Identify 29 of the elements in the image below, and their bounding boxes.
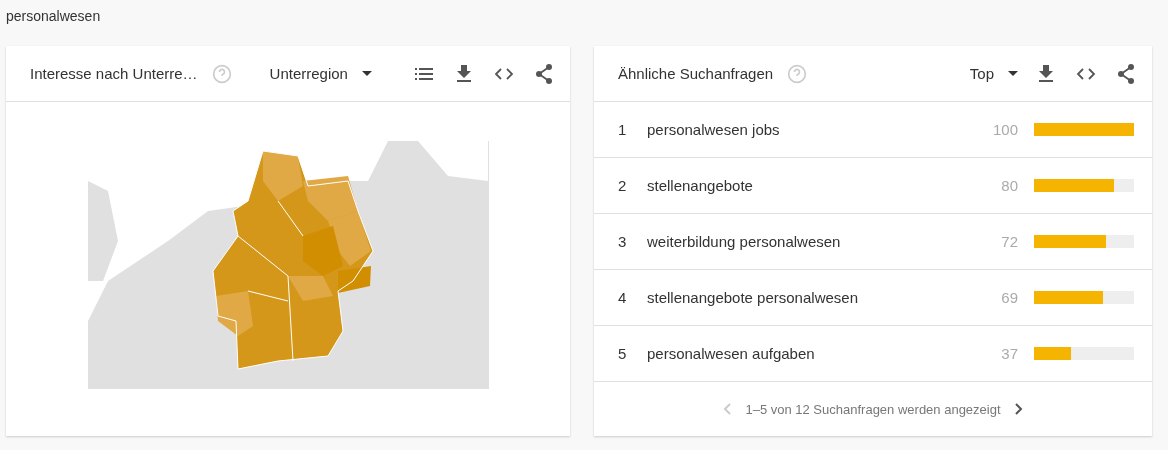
query-row[interactable]: 4 stellenangebote personalwesen 69 xyxy=(594,270,1152,326)
card-title: Ähnliche Suchanfragen xyxy=(618,65,774,82)
query-value: 72 xyxy=(1001,233,1018,250)
caret-icon xyxy=(361,71,372,76)
next-page-button[interactable] xyxy=(1014,403,1023,415)
query-text: stellenangebote personalwesen xyxy=(647,289,859,306)
region-dropdown[interactable]: Unterregion xyxy=(269,65,372,82)
rank-number: 4 xyxy=(618,289,628,306)
query-row[interactable]: 3 weiterbildung personalwesen 72 xyxy=(594,214,1152,270)
caret-icon xyxy=(1008,71,1018,76)
query-text: personalwesen aufgaben xyxy=(647,345,816,362)
rank-number: 1 xyxy=(618,121,628,138)
query-value: 69 xyxy=(1001,289,1018,306)
query-text: stellenangebote xyxy=(647,177,754,194)
query-value: 37 xyxy=(1001,345,1018,362)
search-term: personalwesen xyxy=(6,8,102,24)
rank-number: 5 xyxy=(618,345,628,362)
query-row[interactable]: 5 personalwesen aufgaben 37 xyxy=(594,326,1152,382)
pagination-text: 1–5 von 12 Suchanfragen werden angezeigt xyxy=(745,401,1001,417)
query-text: weiterbildung personalwesen xyxy=(647,233,842,250)
card-title: Interesse nach Unterre… xyxy=(30,65,198,82)
query-row[interactable]: 1 personalwesen jobs 100 xyxy=(594,102,1152,158)
rank-number: 2 xyxy=(618,177,628,194)
sort-dropdown[interactable]: Top xyxy=(969,65,1018,82)
query-row[interactable]: 2 stellenangebote 80 xyxy=(594,158,1152,214)
rank-number: 3 xyxy=(618,233,628,250)
query-value: 80 xyxy=(1001,177,1018,194)
query-value: 100 xyxy=(992,121,1018,138)
query-text: personalwesen jobs xyxy=(647,121,781,138)
